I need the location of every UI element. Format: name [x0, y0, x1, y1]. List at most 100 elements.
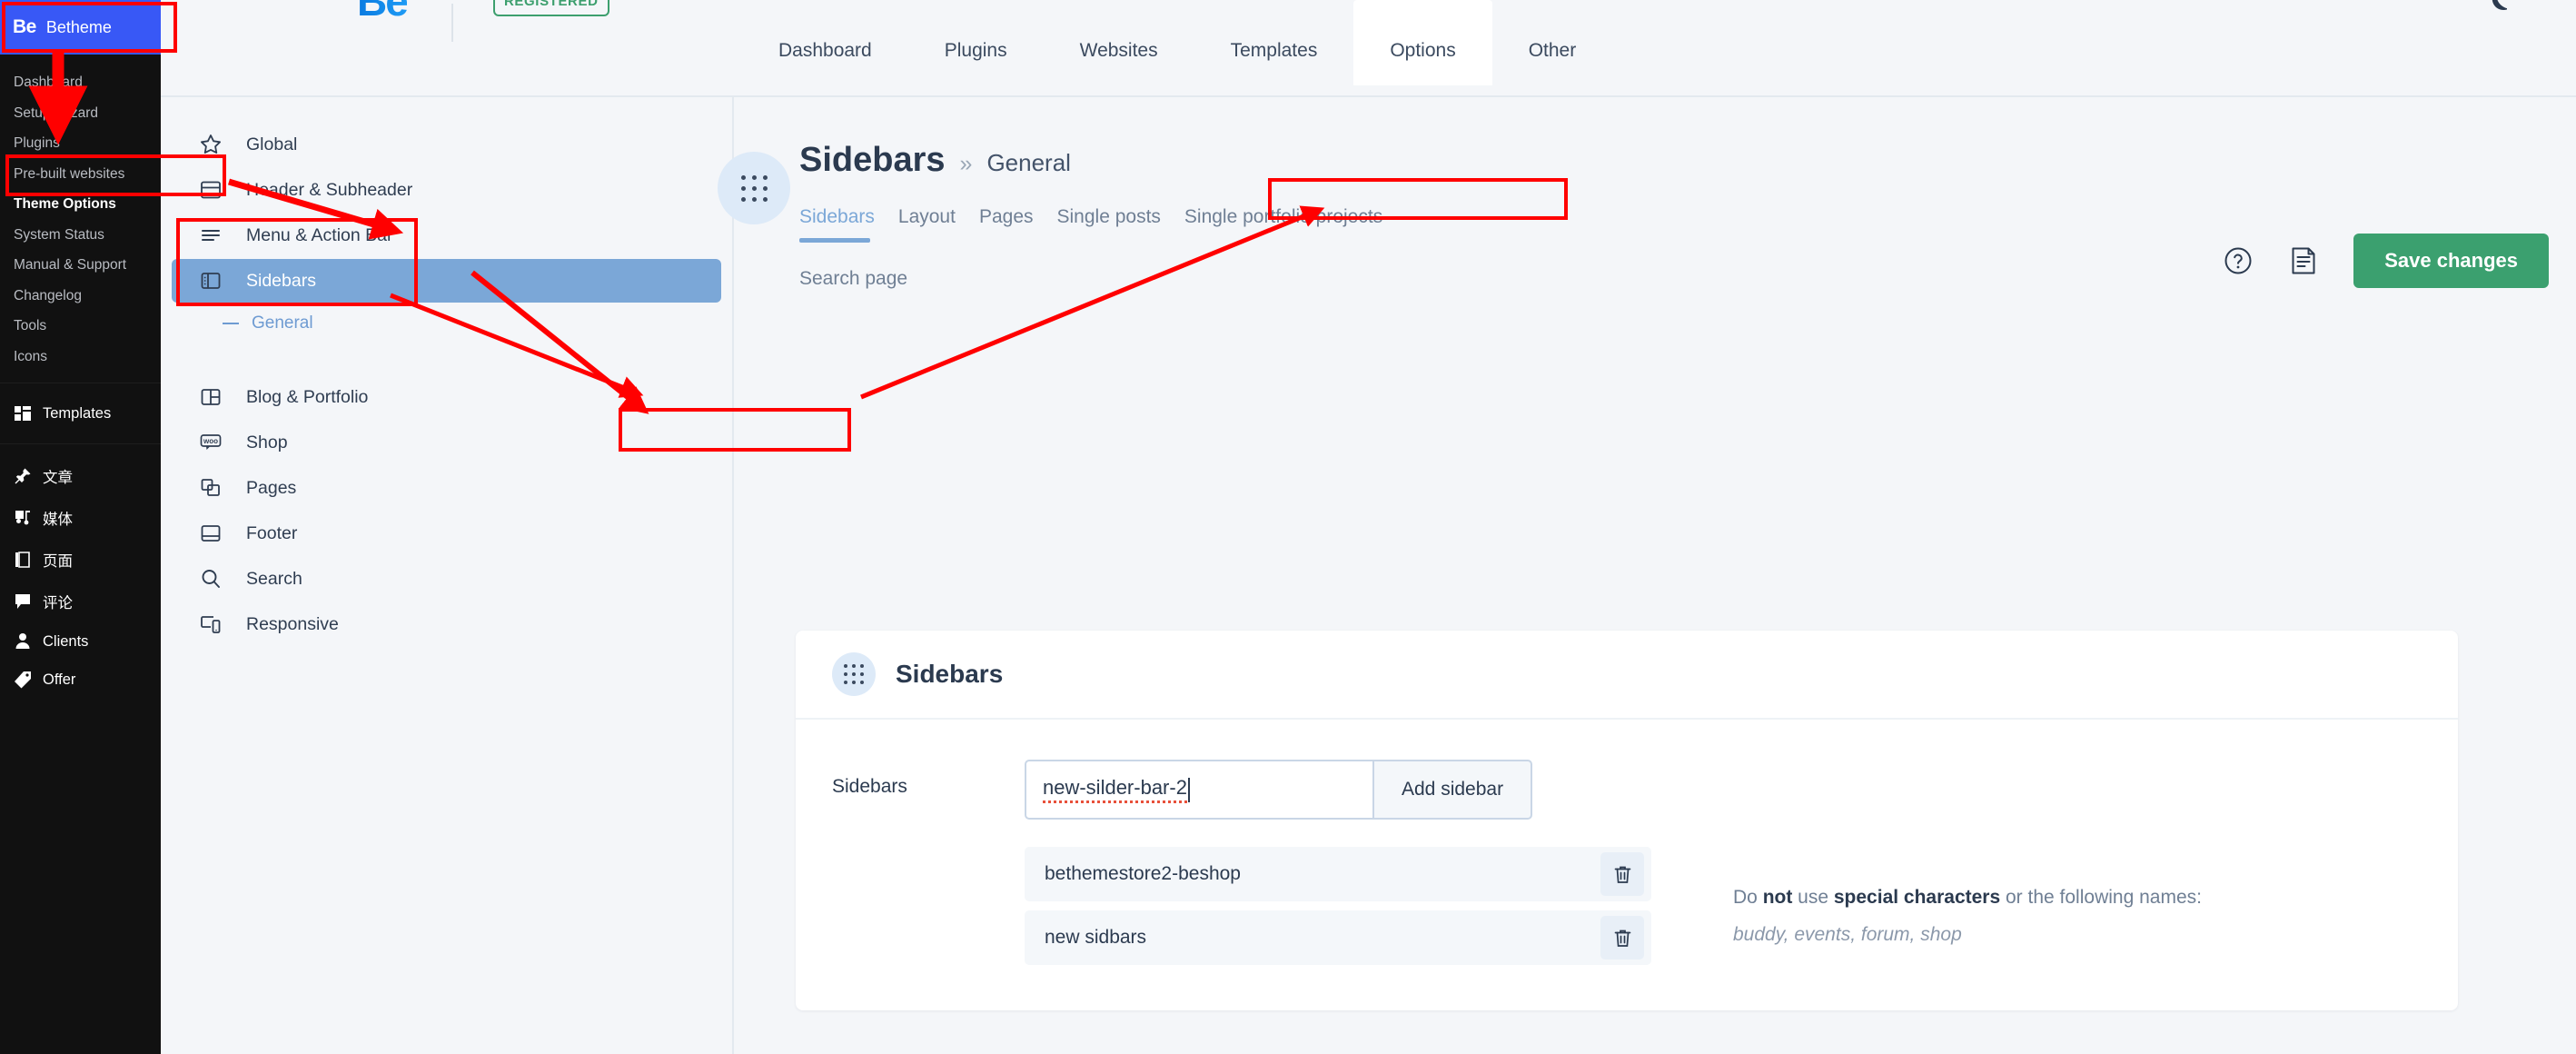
sidebar-item-pre-built-websites[interactable]: Pre-built websites: [0, 159, 161, 190]
card-drag-handle[interactable]: [832, 652, 876, 696]
header-icon: [199, 178, 223, 202]
sidebars-help-text: Do not use special characters or the fol…: [1733, 760, 2202, 974]
tab-other[interactable]: Other: [1492, 0, 1613, 85]
tab-templates[interactable]: Templates: [1194, 0, 1354, 85]
sidebar-item-label: Templates: [43, 404, 112, 422]
panel-item-blog-portfolio[interactable]: Blog & Portfolio: [172, 375, 721, 419]
panel-item-label: Header & Subheader: [246, 179, 413, 200]
sidebar-item-clients[interactable]: Clients: [0, 622, 161, 661]
sidebar-item-media[interactable]: 媒体: [0, 497, 161, 539]
panel-item-shop[interactable]: woo Shop: [172, 421, 721, 464]
sidebar-item-system-status[interactable]: System Status: [0, 220, 161, 251]
panel-item-label: Global: [246, 134, 298, 154]
topbar-tabs: Dashboard Plugins Websites Templates Opt…: [742, 0, 1612, 85]
question-circle-icon[interactable]: [2223, 245, 2254, 276]
trash-icon[interactable]: [1600, 852, 1644, 896]
panel-item-global[interactable]: Global: [172, 123, 721, 166]
subtab-single-posts[interactable]: Single posts: [1057, 206, 1184, 248]
panel-item-label: Search: [246, 568, 302, 589]
sidebar-item-dashboard[interactable]: Dashboard: [0, 67, 161, 98]
copy-icon: [199, 476, 223, 500]
panel-item-responsive[interactable]: Responsive: [172, 602, 721, 646]
user-icon: [14, 632, 32, 651]
sidebar-name-input[interactable]: new-silder-bar-2: [1025, 760, 1374, 820]
section-drag-handle[interactable]: [718, 152, 790, 224]
tab-options[interactable]: Options: [1353, 0, 1492, 85]
menu-lines-icon: [199, 224, 223, 247]
svg-text:woo: woo: [203, 437, 218, 445]
sidebar-item-name: new sidbars: [1045, 927, 1147, 948]
save-button[interactable]: Save changes: [2353, 234, 2549, 288]
panel-subitem-general[interactable]: General: [161, 303, 732, 344]
subtab-sidebars[interactable]: Sidebars: [799, 206, 898, 248]
blog-icon: [199, 385, 223, 409]
tab-websites[interactable]: Websites: [1044, 0, 1194, 85]
section-subtabs: Sidebars Layout Pages Single posts Singl…: [799, 206, 1617, 248]
sidebar-divider-2: [0, 443, 161, 444]
sidebar-item-icons[interactable]: Icons: [0, 342, 161, 373]
card-title: Sidebars: [896, 660, 1004, 688]
responsive-icon: [199, 612, 223, 636]
sidebar-item-name: bethemestore2-beshop: [1045, 863, 1241, 884]
media-icon: [14, 509, 32, 527]
sidebar-item-comments[interactable]: 评论: [0, 581, 161, 622]
sidebar-item-manual-support[interactable]: Manual & Support: [0, 250, 161, 281]
sidebar-item-changelog[interactable]: Changelog: [0, 281, 161, 312]
panel-item-search[interactable]: Search: [172, 557, 721, 601]
tab-dashboard[interactable]: Dashboard: [742, 0, 908, 85]
panel-item-label: Responsive: [246, 613, 339, 634]
card-body: Sidebars new-silder-bar-2 Add sidebar be…: [796, 720, 2458, 1010]
panel-item-pages[interactable]: Pages: [172, 466, 721, 510]
panel-item-label: Shop: [246, 432, 288, 452]
pin-icon: [14, 467, 32, 485]
betheme-logo: Be: [357, 0, 409, 25]
sidebar-item-label: Clients: [43, 632, 89, 650]
templates-icon: [14, 404, 32, 423]
comment-icon: [14, 592, 32, 611]
list-item: bethemestore2-beshop: [1025, 847, 1651, 901]
sidebars-icon: [199, 269, 223, 293]
wp-sidebar-nav: Dashboard Setup Wizard Plugins Pre-built…: [0, 55, 161, 699]
sidebar-item-label: 页面: [43, 553, 73, 570]
panel-item-label: Blog & Portfolio: [246, 386, 369, 407]
sidebars-field-label: Sidebars: [832, 776, 907, 797]
panel-item-sidebars[interactable]: Sidebars: [172, 259, 721, 303]
help-text-part-2: use: [1792, 887, 1834, 908]
notes-document-icon[interactable]: [2288, 245, 2319, 276]
help-text-part-1: Do: [1733, 887, 1763, 908]
panel-item-footer[interactable]: Footer: [172, 512, 721, 555]
help-text-not: not: [1762, 887, 1793, 908]
woo-icon: woo: [199, 431, 223, 454]
help-text-special-characters: special characters: [1833, 887, 2001, 908]
betheme-logo-mark: Be: [13, 16, 36, 37]
sidebar-item-plugins[interactable]: Plugins: [0, 128, 161, 159]
sidebars-card: Sidebars Sidebars new-silder-bar-2 Add s…: [796, 631, 2458, 1010]
subtab-pages[interactable]: Pages: [979, 206, 1057, 248]
panel-item-menu-action-bar[interactable]: Menu & Action Bar: [172, 214, 721, 257]
sidebar-item-label: 媒体: [43, 512, 73, 528]
tab-plugins[interactable]: Plugins: [908, 0, 1044, 85]
star-icon: [199, 133, 223, 156]
sidebar-item-templates[interactable]: Templates: [0, 394, 161, 433]
sidebar-item-setup-wizard[interactable]: Setup Wizard: [0, 98, 161, 129]
subtab-search-page[interactable]: Search page: [799, 268, 907, 290]
sidebar-item-label: 文章: [43, 470, 73, 486]
main-content: Sidebars » General Sidebars Layout Pages…: [718, 97, 2576, 1054]
sidebar-item-posts[interactable]: 文章: [0, 455, 161, 497]
sidebar-item-label: 评论: [43, 595, 73, 612]
subtab-single-portfolio-projects[interactable]: Single portfolio projects: [1184, 206, 1406, 248]
theme-options-nav-panel: Global Header & Subheader Menu & Action …: [161, 97, 734, 1054]
add-sidebar-button[interactable]: Add sidebar: [1374, 760, 1533, 820]
sidebar-item-theme-options[interactable]: Theme Options: [0, 189, 161, 220]
app-root: Be Betheme Dashboard Setup Wizard Plugin…: [0, 0, 2576, 1054]
betheme-brand[interactable]: Be Betheme: [0, 0, 161, 55]
panel-item-label: Sidebars: [246, 270, 316, 291]
sidebar-item-offer[interactable]: Offer: [0, 661, 161, 699]
trash-icon[interactable]: [1600, 916, 1644, 960]
panel-item-header-subheader[interactable]: Header & Subheader: [172, 168, 721, 212]
dark-mode-moon-icon[interactable]: [2472, 0, 2507, 20]
sidebar-item-label: Offer: [43, 671, 76, 688]
sidebar-item-tools[interactable]: Tools: [0, 311, 161, 342]
sidebar-item-pages[interactable]: 页面: [0, 539, 161, 581]
subtab-layout[interactable]: Layout: [898, 206, 979, 248]
